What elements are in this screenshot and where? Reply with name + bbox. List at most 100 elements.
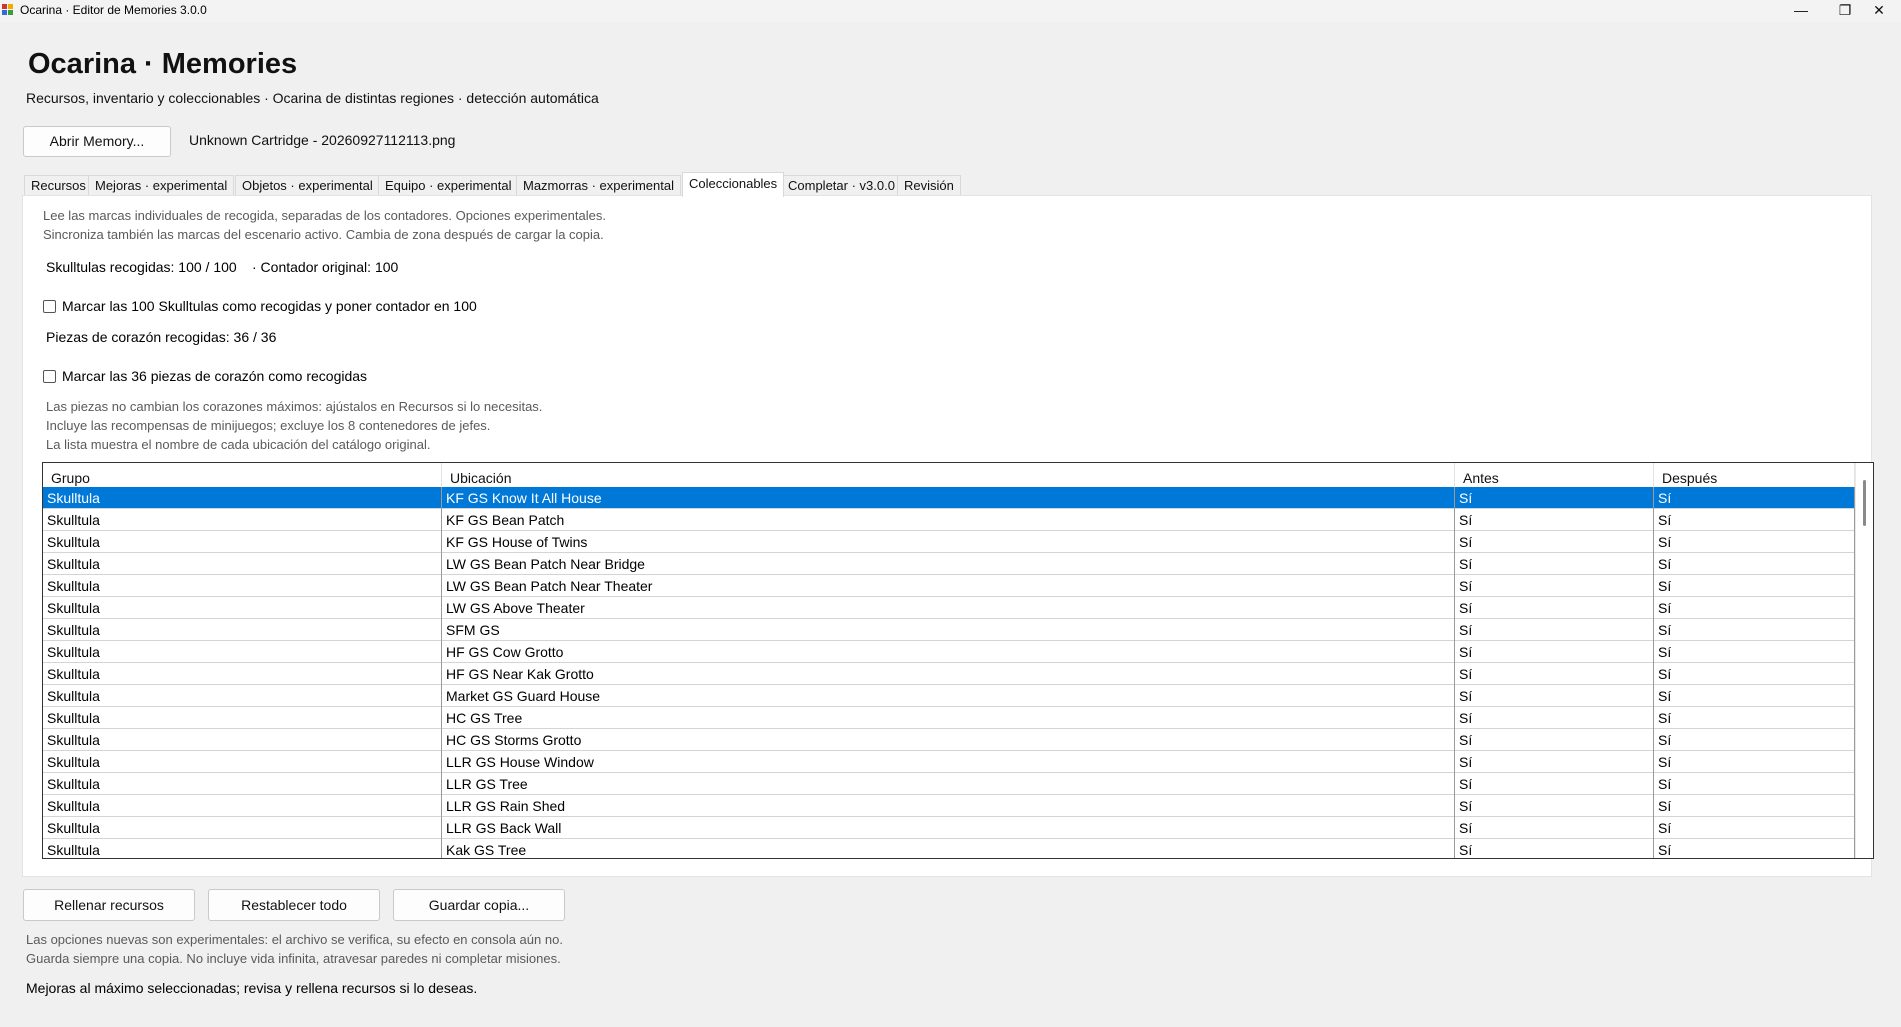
cell-despues: Sí [1654,531,1855,553]
cell-grupo: Skulltula [43,509,442,531]
cell-grupo: Skulltula [43,597,442,619]
cell-antes: Sí [1455,553,1654,575]
column-header-ubicacion[interactable]: Ubicación [442,463,1455,487]
note-line3: La lista muestra el nombre de cada ubica… [46,437,431,452]
open-memory-button[interactable]: Abrir Memory... [23,126,171,157]
column-header-grupo[interactable]: Grupo [43,463,442,487]
table-row[interactable]: Skulltula LW GS Above Theater Sí Sí [43,597,1855,619]
tab-mazmorras[interactable]: Mazmorras · experimental [516,175,681,196]
mark-skulltulas-label[interactable]: Marcar las 100 Skulltulas como recogidas… [62,298,477,314]
table-row[interactable]: Skulltula Kak GS Tree Sí Sí [43,839,1855,858]
window-title: Ocarina · Editor de Memories 3.0.0 [20,3,207,17]
table-row[interactable]: Skulltula KF GS House of Twins Sí Sí [43,531,1855,553]
cell-antes: Sí [1455,685,1654,707]
tab-revision[interactable]: Revisión [897,175,961,196]
cell-antes: Sí [1455,487,1654,509]
note-line1: Las piezas no cambian los corazones máxi… [46,399,543,414]
cell-ubicacion: HC GS Tree [442,707,1455,729]
cell-despues: Sí [1654,685,1855,707]
close-button[interactable]: ✕ [1857,0,1901,22]
mark-hearts-label[interactable]: Marcar las 36 piezas de corazón como rec… [62,368,367,384]
cell-ubicacion: HF GS Near Kak Grotto [442,663,1455,685]
cell-grupo: Skulltula [43,685,442,707]
mark-skulltulas-checkbox[interactable] [43,300,56,313]
cell-ubicacion: LLR GS Tree [442,773,1455,795]
cell-grupo: Skulltula [43,663,442,685]
cell-grupo: Skulltula [43,839,442,858]
minimize-button[interactable]: — [1779,0,1823,22]
column-header-despues[interactable]: Después [1654,463,1855,487]
cell-antes: Sí [1455,839,1654,858]
table-row[interactable]: Skulltula HF GS Cow Grotto Sí Sí [43,641,1855,663]
cell-antes: Sí [1455,509,1654,531]
cell-ubicacion: HF GS Cow Grotto [442,641,1455,663]
original-counter: · Contador original: 100 [252,259,399,275]
cell-despues: Sí [1654,575,1855,597]
cell-ubicacion: SFM GS [442,619,1455,641]
column-header-antes[interactable]: Antes [1455,463,1654,487]
cell-ubicacion: LW GS Above Theater [442,597,1455,619]
app-subtitle: Recursos, inventario y coleccionables · … [26,90,599,106]
tab-mejoras[interactable]: Mejoras · experimental [88,175,235,196]
app-title: Ocarina · Memories [28,48,298,80]
table-row[interactable]: Skulltula LLR GS House Window Sí Sí [43,751,1855,773]
cell-antes: Sí [1455,641,1654,663]
table-row[interactable]: Skulltula LLR GS Back Wall Sí Sí [43,817,1855,839]
table-row[interactable]: Skulltula Market GS Guard House Sí Sí [43,685,1855,707]
cell-despues: Sí [1654,751,1855,773]
save-copy-button[interactable]: Guardar copia... [393,889,565,921]
cell-grupo: Skulltula [43,531,442,553]
cell-despues: Sí [1654,839,1855,858]
table-row[interactable]: Skulltula KF GS Know It All House Sí Sí [43,487,1855,509]
cell-antes: Sí [1455,531,1654,553]
cell-antes: Sí [1455,707,1654,729]
cell-despues: Sí [1654,641,1855,663]
tab-objetos[interactable]: Objetos · experimental [235,175,380,196]
tab-recursos[interactable]: Recursos [24,175,93,196]
cell-ubicacion: LW GS Bean Patch Near Bridge [442,553,1455,575]
table-row[interactable]: Skulltula LLR GS Rain Shed Sí Sí [43,795,1855,817]
cell-ubicacion: KF GS Know It All House [442,487,1455,509]
fill-resources-button[interactable]: Rellenar recursos [23,889,195,921]
table-row[interactable]: Skulltula LW GS Bean Patch Near Theater Sí… [43,575,1855,597]
cell-grupo: Skulltula [43,751,442,773]
table-row[interactable]: Skulltula KF GS Bean Patch Sí Sí [43,509,1855,531]
cell-grupo: Skulltula [43,553,442,575]
cell-antes: Sí [1455,751,1654,773]
cell-antes: Sí [1455,575,1654,597]
cell-grupo: Skulltula [43,707,442,729]
cell-despues: Sí [1654,795,1855,817]
tab-equipo[interactable]: Equipo · experimental [378,175,519,196]
intro-text-line1: Lee las marcas individuales de recogida,… [43,208,606,223]
table-row[interactable]: Skulltula HC GS Storms Grotto Sí Sí [43,729,1855,751]
cell-ubicacion: HC GS Storms Grotto [442,729,1455,751]
reset-all-button[interactable]: Restablecer todo [208,889,380,921]
cell-antes: Sí [1455,663,1654,685]
tab-completar[interactable]: Completar · v3.0.0 [781,175,902,196]
table-row[interactable]: Skulltula SFM GS Sí Sí [43,619,1855,641]
table-row[interactable]: Skulltula HC GS Tree Sí Sí [43,707,1855,729]
mark-hearts-checkbox[interactable] [43,370,56,383]
cell-ubicacion: KF GS Bean Patch [442,509,1455,531]
cell-grupo: Skulltula [43,487,442,509]
table-scrollbar[interactable] [1855,463,1873,858]
cell-antes: Sí [1455,729,1654,751]
table-row[interactable]: Skulltula LW GS Bean Patch Near Bridge Sí S… [43,553,1855,575]
tab-coleccionables[interactable]: Coleccionables [682,172,785,197]
cell-ubicacion: Kak GS Tree [442,839,1455,858]
cell-antes: Sí [1455,817,1654,839]
scrollbar-thumb[interactable] [1863,480,1866,526]
cell-antes: Sí [1455,773,1654,795]
cell-despues: Sí [1654,773,1855,795]
current-file-label: Unknown Cartridge - 20260927112113.png [189,132,456,148]
cell-grupo: Skulltula [43,575,442,597]
cell-grupo: Skulltula [43,619,442,641]
cell-despues: Sí [1654,553,1855,575]
cell-despues: Sí [1654,729,1855,751]
collectibles-table[interactable]: Grupo Ubicación Antes Después Skulltula K… [42,462,1874,859]
table-row[interactable]: Skulltula HF GS Near Kak Grotto Sí Sí [43,663,1855,685]
cell-despues: Sí [1654,663,1855,685]
table-row[interactable]: Skulltula LLR GS Tree Sí Sí [43,773,1855,795]
skulltulas-status: Skulltulas recogidas: 100 / 100 [46,259,237,275]
window-titlebar: Ocarina · Editor de Memories 3.0.0 — ❐ ✕ [0,0,1901,22]
